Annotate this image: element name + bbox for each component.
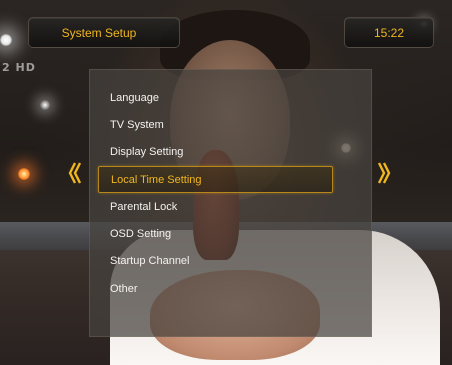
menu-item-local-time-setting[interactable]: Local Time Setting <box>98 165 333 194</box>
system-setup-menu: Language TV System Display Setting Local… <box>89 69 372 337</box>
stage-light <box>0 34 12 46</box>
menu-item-tv-system[interactable]: TV System <box>90 111 371 138</box>
menu-list: Language TV System Display Setting Local… <box>90 84 371 302</box>
clock: 15:22 <box>373 25 405 40</box>
menu-item-label: Display Setting <box>110 146 184 159</box>
channel-logo: 2 HD <box>2 61 36 74</box>
menu-item-label: OSD Setting <box>110 228 172 241</box>
menu-item-display-setting[interactable]: Display Setting <box>90 139 371 166</box>
menu-item-other[interactable]: Other <box>90 275 371 302</box>
stage-light <box>18 168 30 180</box>
menu-item-label: Startup Channel <box>110 255 190 268</box>
menu-item-label: TV System <box>110 118 164 131</box>
menu-item-label: Parental Lock <box>110 200 178 213</box>
title-bar: System Setup <box>28 17 180 48</box>
menu-item-label: Local Time Setting <box>111 173 202 186</box>
double-chevron-left-icon[interactable] <box>67 160 83 186</box>
page-title: System Setup <box>61 25 137 40</box>
menu-item-startup-channel[interactable]: Startup Channel <box>90 248 371 275</box>
menu-item-osd-setting[interactable]: OSD Setting <box>90 220 371 247</box>
clock-bar: 15:22 <box>344 17 434 48</box>
menu-item-language[interactable]: Language <box>90 84 371 111</box>
menu-item-label: Language <box>110 91 159 104</box>
menu-item-parental-lock[interactable]: Parental Lock <box>90 193 371 220</box>
menu-item-label: Other <box>110 282 138 295</box>
double-chevron-right-icon[interactable] <box>376 160 392 186</box>
stage-light <box>40 100 50 110</box>
